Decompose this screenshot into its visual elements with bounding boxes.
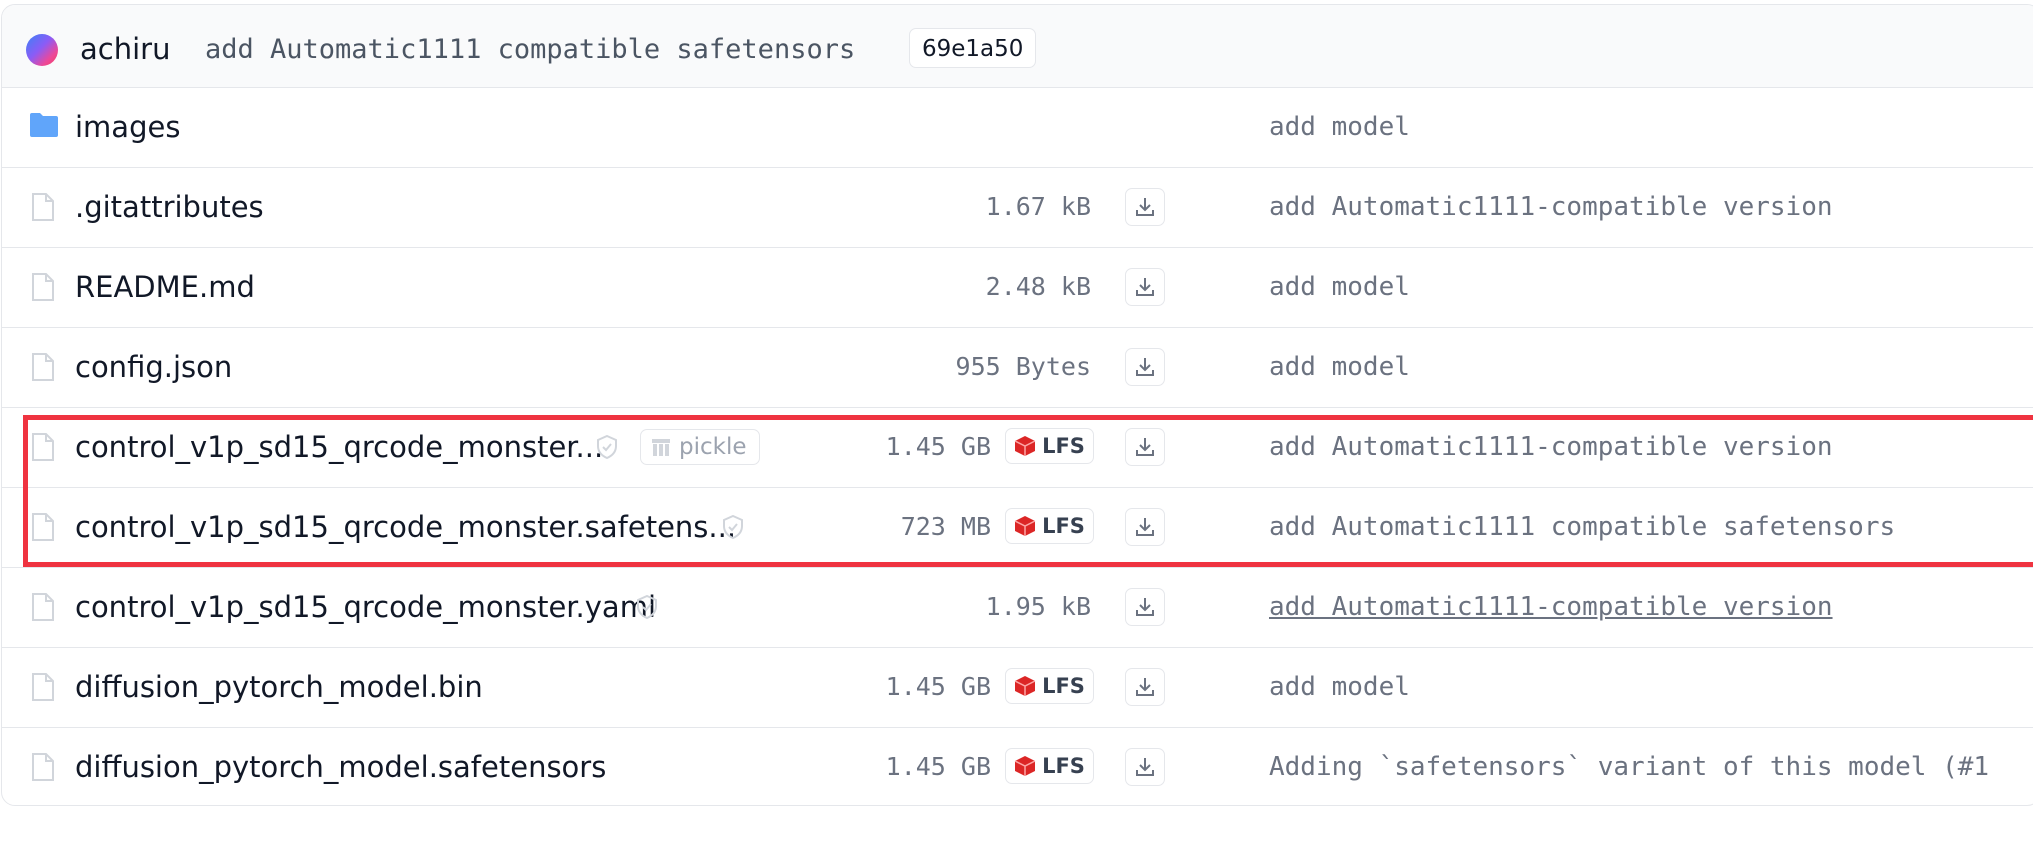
file-commit-message[interactable]: add Automatic1111-compatible version [1269,428,1833,466]
file-size: 2.48 kB [985,272,1091,301]
file-row-diffusion-bin[interactable]: diffusion_pytorch_model.bin 1.45 GB LFS … [2,648,2033,728]
lfs-badge[interactable]: LFS [1005,748,1094,784]
lfs-badge[interactable]: LFS [1005,428,1094,464]
file-commit-message[interactable]: add model [1269,268,1410,306]
download-icon [1136,678,1154,696]
file-name[interactable]: config.json [75,347,232,387]
file-commit-message[interactable]: add model [1269,668,1410,706]
file-size: 1.45 GB [885,432,991,461]
commit-message[interactable]: add Automatic1111 compatible safetensors [205,31,855,69]
file-icon [32,593,54,621]
download-button[interactable] [1125,668,1165,706]
file-icon [32,753,54,781]
file-row-diffusion-safetensors[interactable]: diffusion_pytorch_model.safetensors 1.45… [2,728,2033,805]
lfs-icon [1014,436,1036,456]
download-icon [1136,518,1154,536]
file-commit-message[interactable]: add model [1269,108,1410,146]
lfs-badge[interactable]: LFS [1005,668,1094,704]
file-list-panel: achiru add Automatic1111 compatible safe… [1,4,2033,806]
pickle-label: pickle [679,434,747,460]
file-size: 723 MB [900,512,991,541]
file-icon [32,353,54,381]
file-commit-message[interactable]: add Automatic1111-compatible version [1269,188,1833,226]
download-button[interactable] [1125,508,1165,546]
download-button[interactable] [1125,588,1165,626]
file-size: 955 Bytes [955,352,1091,381]
file-row-control-yaml[interactable]: control_v1p_sd15_qrcode_monster.yaml 1.9… [2,568,2033,648]
file-row-gitattributes[interactable]: .gitattributes 1.67 kB add Automatic1111… [2,168,2033,248]
download-button[interactable] [1125,428,1165,466]
security-shield-icon[interactable] [596,435,618,459]
file-commit-message[interactable]: add Automatic1111-compatible version [1269,588,1833,626]
file-icon [32,273,54,301]
commit-author[interactable]: achiru [80,29,170,69]
download-button[interactable] [1125,188,1165,226]
file-commit-message[interactable]: add Automatic1111 compatible safetensors [1269,508,1895,546]
lfs-label: LFS [1042,514,1085,538]
file-name[interactable]: control_v1p_sd15_qrcode_monster... [75,427,603,467]
lfs-icon [1014,676,1036,696]
file-size: 1.45 GB [885,672,991,701]
download-button[interactable] [1125,268,1165,306]
file-commit-message[interactable]: Adding `safetensors` variant of this mod… [1269,748,1989,786]
file-name[interactable]: control_v1p_sd15_qrcode_monster.safetens… [75,507,736,547]
lfs-label: LFS [1042,434,1085,458]
file-icon [32,433,54,461]
lfs-icon [1014,516,1036,536]
file-name[interactable]: images [75,107,180,147]
file-name[interactable]: README.md [75,267,255,307]
lfs-label: LFS [1042,674,1085,698]
lfs-badge[interactable]: LFS [1005,508,1094,544]
download-icon [1136,278,1154,296]
file-name[interactable]: diffusion_pytorch_model.bin [75,667,483,707]
file-row-control-ckpt[interactable]: control_v1p_sd15_qrcode_monster... pickl… [2,408,2033,488]
lfs-label: LFS [1042,754,1085,778]
download-icon [1136,758,1154,776]
pickle-icon [652,439,670,456]
file-row-images[interactable]: images add model [2,88,2033,168]
last-commit-header: achiru add Automatic1111 compatible safe… [2,5,2033,88]
pickle-badge[interactable]: pickle [640,429,760,465]
file-icon [32,193,54,221]
file-row-control-safetensors[interactable]: control_v1p_sd15_qrcode_monster.safetens… [2,488,2033,568]
file-size: 1.95 kB [985,592,1091,621]
file-icon [32,513,54,541]
file-name[interactable]: control_v1p_sd15_qrcode_monster.yaml [75,587,656,627]
download-icon [1136,438,1154,456]
download-icon [1136,358,1154,376]
file-size: 1.45 GB [885,752,991,781]
file-size: 1.67 kB [985,192,1091,221]
file-commit-message[interactable]: add model [1269,348,1410,386]
security-shield-icon[interactable] [636,595,658,619]
security-shield-icon[interactable] [722,515,744,539]
download-icon [1136,198,1154,216]
file-name[interactable]: .gitattributes [75,187,264,227]
folder-icon [30,113,58,137]
lfs-icon [1014,756,1036,776]
file-row-readme[interactable]: README.md 2.48 kB add model [2,248,2033,328]
file-icon [32,673,54,701]
download-button[interactable] [1125,748,1165,786]
download-button[interactable] [1125,348,1165,386]
file-name[interactable]: diffusion_pytorch_model.safetensors [75,747,606,787]
avatar[interactable] [26,34,58,66]
file-row-config[interactable]: config.json 955 Bytes add model [2,328,2033,408]
download-icon [1136,598,1154,616]
commit-hash-badge[interactable]: 69e1a50 [909,28,1037,68]
